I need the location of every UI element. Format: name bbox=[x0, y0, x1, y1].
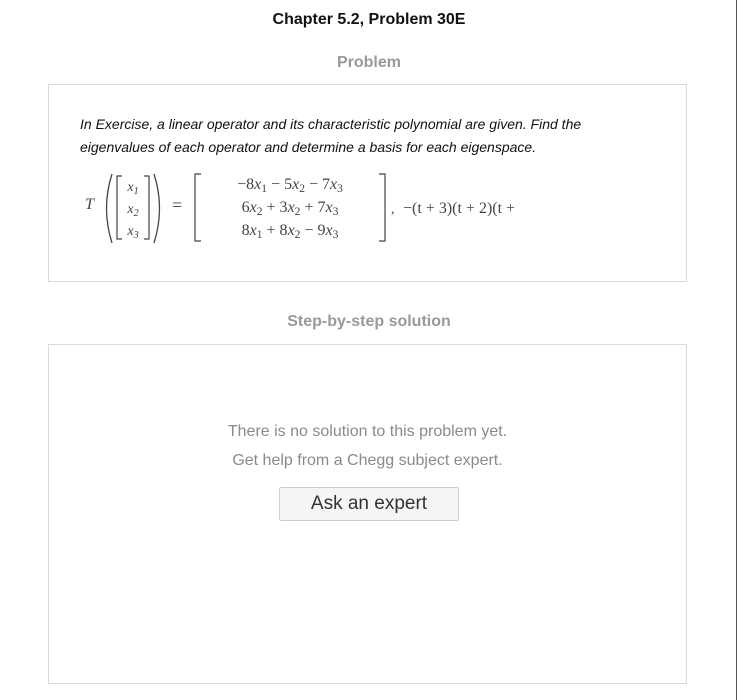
output-entry: 8x1​ + 8x2​ − 9x3​ bbox=[242, 222, 339, 241]
equals-sign: = bbox=[172, 195, 182, 215]
problem-equation: T x1​ x2​ x3​ = −8x1​ − 5x2​ − 7x3​ 6x2​… bbox=[79, 167, 519, 249]
output-left-bracket bbox=[194, 173, 201, 242]
left-paren bbox=[105, 173, 113, 244]
input-entry: x3​ bbox=[126, 224, 138, 241]
input-left-bracket bbox=[116, 175, 122, 240]
problem-panel: In Exercise, a linear operator and its c… bbox=[48, 84, 687, 282]
input-entry: x2​ bbox=[126, 202, 138, 219]
characteristic-polynomial: −(t + 3)(t + 2)(t + 9) bbox=[403, 200, 519, 217]
ask-expert-button[interactable]: Ask an expert bbox=[279, 487, 459, 521]
problem-statement: In Exercise, a linear operator and its c… bbox=[80, 116, 582, 155]
solution-panel: There is no solution to this problem yet… bbox=[48, 344, 687, 684]
page-title: Chapter 5.2, Problem 30E bbox=[272, 11, 466, 28]
output-entry: 6x2​ + 3x2​ + 7x3​ bbox=[242, 199, 339, 218]
solution-section-label: Step-by-step solution bbox=[287, 313, 451, 330]
equation-operator: T bbox=[85, 196, 95, 213]
equation-figure: T x1​ x2​ x3​ = −8x1​ − 5x2​ − 7x3​ 6x2​… bbox=[85, 173, 519, 244]
output-entry: −8x1​ − 5x2​ − 7x3​ bbox=[237, 176, 343, 195]
no-solution-message: There is no solution to this problem yet… bbox=[227, 423, 508, 440]
input-right-bracket bbox=[144, 175, 150, 240]
right-paren bbox=[153, 173, 161, 244]
problem-section-label: Problem bbox=[336, 54, 401, 71]
equation-comma: , bbox=[391, 202, 395, 217]
input-entry: x1​ bbox=[126, 180, 138, 197]
page-edge bbox=[736, 0, 737, 700]
get-help-message: Get help from a Chegg subject expert. bbox=[232, 452, 503, 469]
output-right-bracket bbox=[379, 173, 386, 242]
